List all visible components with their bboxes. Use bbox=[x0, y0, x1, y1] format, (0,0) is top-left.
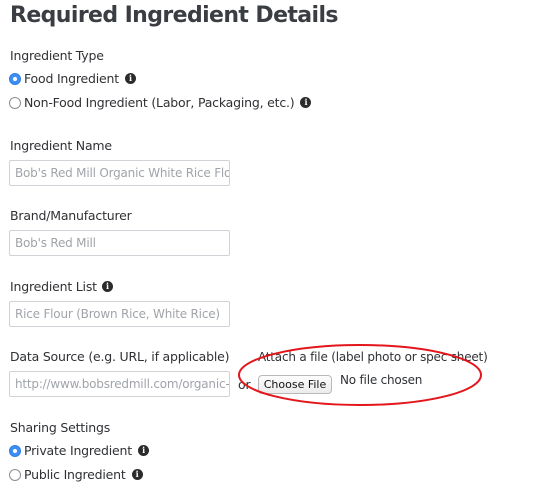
radio-button-selected[interactable] bbox=[9, 444, 21, 457]
data-source-input[interactable]: http://www.bobsredmill.com/organic-w bbox=[9, 371, 230, 397]
radio-public-ingredient[interactable]: Public Ingredient i bbox=[9, 467, 143, 482]
brand-label: Brand/Manufacturer bbox=[10, 208, 132, 223]
radio-button[interactable] bbox=[9, 96, 21, 109]
ingredient-name-label: Ingredient Name bbox=[10, 138, 112, 153]
info-icon[interactable]: i bbox=[137, 445, 149, 456]
ingredient-list-label-row: Ingredient List i bbox=[10, 279, 113, 294]
radio-private-label: Private Ingredient bbox=[24, 443, 132, 458]
radio-button[interactable] bbox=[9, 468, 21, 481]
radio-private-ingredient[interactable]: Private Ingredient i bbox=[9, 443, 149, 458]
brand-input[interactable]: Bob's Red Mill bbox=[9, 230, 230, 256]
page-title: Required Ingredient Details bbox=[10, 3, 339, 28]
ingredient-type-label: Ingredient Type bbox=[10, 48, 104, 63]
data-source-label: Data Source (e.g. URL, if applicable) bbox=[10, 349, 230, 364]
sharing-settings-label: Sharing Settings bbox=[10, 420, 111, 435]
info-icon[interactable]: i bbox=[131, 469, 143, 480]
radio-food-ingredient[interactable]: Food Ingredient i bbox=[9, 71, 136, 86]
radio-food-ingredient-label: Food Ingredient bbox=[24, 71, 119, 86]
info-icon[interactable]: i bbox=[101, 281, 113, 292]
info-icon[interactable]: i bbox=[124, 73, 136, 84]
radio-button-selected[interactable] bbox=[9, 72, 21, 85]
info-icon[interactable]: i bbox=[300, 97, 312, 108]
ingredient-name-input[interactable]: Bob's Red Mill Organic White Rice Flour bbox=[9, 160, 230, 186]
ingredient-list-label: Ingredient List bbox=[10, 279, 97, 294]
radio-non-food-ingredient[interactable]: Non-Food Ingredient (Labor, Packaging, e… bbox=[9, 95, 312, 110]
radio-non-food-label: Non-Food Ingredient (Labor, Packaging, e… bbox=[24, 95, 295, 110]
ingredient-list-input[interactable]: Rice Flour (Brown Rice, White Rice) bbox=[9, 301, 230, 327]
annotation-ellipse bbox=[238, 344, 482, 406]
radio-public-label: Public Ingredient bbox=[24, 467, 126, 482]
